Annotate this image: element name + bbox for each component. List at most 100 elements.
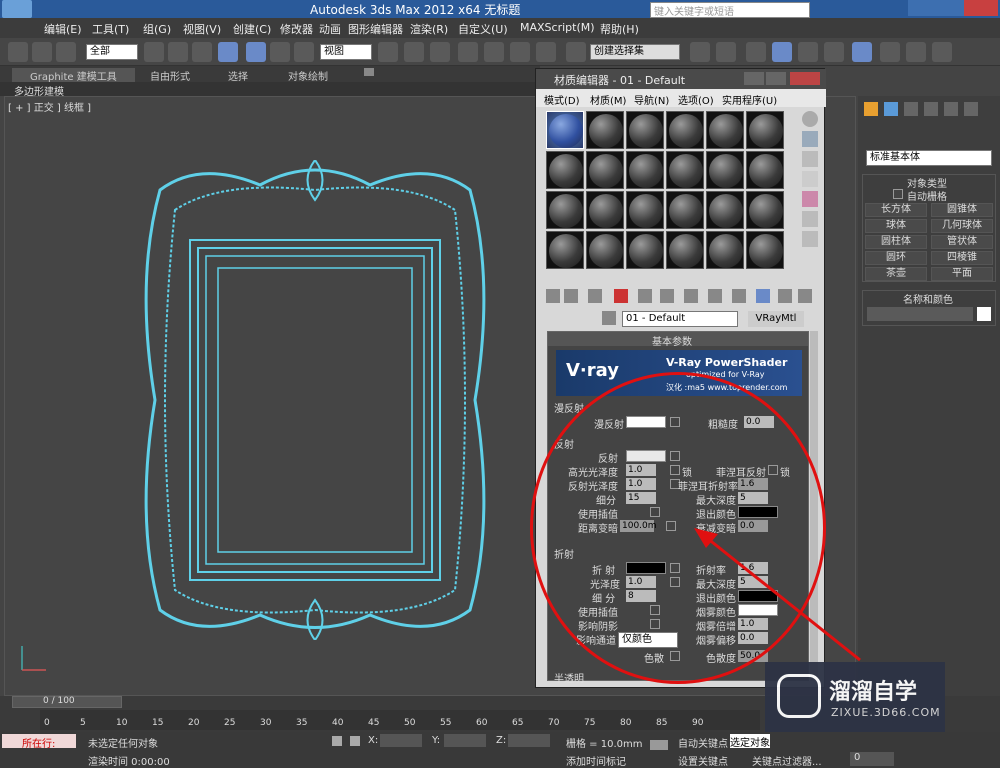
pivot-icon[interactable] bbox=[378, 42, 398, 62]
align-icon[interactable] bbox=[716, 42, 736, 62]
sample-slot[interactable] bbox=[586, 151, 624, 189]
spinner-snap-icon[interactable] bbox=[536, 42, 556, 62]
pick-material-icon[interactable] bbox=[602, 311, 616, 325]
video-color-icon[interactable] bbox=[802, 191, 818, 207]
menu-views[interactable]: 视图(V) bbox=[183, 21, 221, 37]
time-slider[interactable]: 0 / 100 bbox=[12, 696, 122, 708]
material-id-icon[interactable] bbox=[708, 289, 722, 303]
box-button[interactable]: 长方体 bbox=[865, 203, 927, 217]
sample-slot[interactable] bbox=[626, 191, 664, 229]
me-menu-utilities[interactable]: 实用程序(U) bbox=[722, 92, 777, 107]
object-name-input[interactable] bbox=[867, 307, 973, 321]
plane-button[interactable]: 平面 bbox=[931, 267, 993, 281]
y-coord-input[interactable] bbox=[444, 734, 486, 747]
show-map-icon[interactable] bbox=[732, 289, 746, 303]
rotate-icon[interactable] bbox=[270, 42, 290, 62]
menu-maxscript[interactable]: MAXScript(M) bbox=[520, 21, 595, 34]
options-icon[interactable] bbox=[802, 231, 818, 247]
sample-slot[interactable] bbox=[746, 191, 784, 229]
curve-editor-icon[interactable] bbox=[798, 42, 818, 62]
graphite-toggle-icon[interactable] bbox=[772, 42, 792, 62]
display-tab-icon[interactable] bbox=[944, 102, 958, 116]
maximize-button[interactable] bbox=[936, 0, 964, 16]
assign-to-selection-icon[interactable] bbox=[588, 289, 602, 303]
menu-help[interactable]: 帮助(H) bbox=[600, 21, 639, 37]
geosphere-button[interactable]: 几何球体 bbox=[931, 219, 993, 233]
material-editor-icon[interactable] bbox=[852, 42, 872, 62]
me-menu-options[interactable]: 选项(O) bbox=[678, 92, 714, 107]
mirror-icon[interactable] bbox=[690, 42, 710, 62]
sample-slot[interactable] bbox=[746, 231, 784, 269]
sample-slot[interactable] bbox=[586, 111, 624, 149]
render-production-icon[interactable] bbox=[932, 42, 952, 62]
lock-selection-icon[interactable] bbox=[332, 736, 342, 746]
current-frame-input[interactable]: 0 bbox=[850, 752, 894, 766]
key-icon[interactable] bbox=[650, 740, 668, 750]
material-type-button[interactable]: VRayMtl bbox=[748, 311, 804, 327]
make-copy-icon[interactable] bbox=[638, 289, 652, 303]
snaps-toggle-icon[interactable] bbox=[458, 42, 478, 62]
edit-named-selection-icon[interactable] bbox=[566, 42, 586, 62]
object-category-dropdown[interactable]: 标准基本体 bbox=[866, 150, 992, 166]
sample-slot[interactable] bbox=[626, 111, 664, 149]
object-color-swatch[interactable] bbox=[977, 307, 991, 321]
z-coord-input[interactable] bbox=[508, 734, 550, 747]
material-name-dropdown[interactable]: 01 - Default bbox=[622, 311, 738, 327]
sample-slot[interactable] bbox=[666, 231, 704, 269]
go-to-parent-icon[interactable] bbox=[778, 289, 792, 303]
search-input[interactable]: 键入关键字或短语 bbox=[650, 2, 810, 18]
menu-modifiers[interactable]: 修改器 bbox=[280, 21, 313, 37]
me-close-button[interactable] bbox=[790, 72, 820, 85]
tab-selection[interactable]: 选择 bbox=[228, 68, 248, 83]
app-logo-icon[interactable] bbox=[2, 0, 32, 18]
sample-slot[interactable] bbox=[706, 191, 744, 229]
schematic-view-icon[interactable] bbox=[824, 42, 844, 62]
me-menu-navigation[interactable]: 导航(N) bbox=[634, 92, 669, 107]
go-forward-sibling-icon[interactable] bbox=[798, 289, 812, 303]
angle-snap-icon[interactable] bbox=[484, 42, 504, 62]
sample-slot[interactable] bbox=[586, 191, 624, 229]
menu-rendering[interactable]: 渲染(R) bbox=[410, 21, 448, 37]
named-selection-dropdown[interactable]: 创建选择集 bbox=[590, 44, 680, 60]
pyramid-button[interactable]: 四棱锥 bbox=[931, 251, 993, 265]
sample-slot[interactable] bbox=[706, 231, 744, 269]
uv-tiling-icon[interactable] bbox=[802, 171, 818, 187]
me-menu-material[interactable]: 材质(M) bbox=[590, 92, 626, 107]
me-maximize-button[interactable] bbox=[766, 72, 786, 85]
add-time-tag[interactable]: 添加时间标记 bbox=[566, 753, 626, 768]
sample-slot[interactable] bbox=[666, 191, 704, 229]
absolute-mode-icon[interactable] bbox=[350, 736, 360, 746]
sample-slot[interactable] bbox=[746, 111, 784, 149]
background-icon[interactable] bbox=[802, 151, 818, 167]
utilities-tab-icon[interactable] bbox=[964, 102, 978, 116]
scale-icon[interactable] bbox=[294, 42, 314, 62]
viewport-label[interactable]: [ + ] 正交 ] 线框 ] bbox=[8, 99, 91, 114]
sample-type-icon[interactable] bbox=[802, 111, 818, 127]
auto-key-button[interactable]: 自动关键点 bbox=[678, 735, 728, 750]
track-bar[interactable] bbox=[40, 710, 760, 730]
select-object-icon[interactable] bbox=[144, 42, 164, 62]
show-end-result-icon[interactable] bbox=[756, 289, 770, 303]
menu-tools[interactable]: 工具(T) bbox=[92, 21, 129, 37]
make-unique-icon[interactable] bbox=[660, 289, 674, 303]
sample-slot[interactable] bbox=[746, 151, 784, 189]
tab-freeform[interactable]: 自由形式 bbox=[150, 68, 190, 83]
tab-graphite[interactable]: Graphite 建模工具 bbox=[12, 68, 135, 83]
autogrid-checkbox[interactable] bbox=[893, 189, 903, 199]
me-minimize-button[interactable] bbox=[744, 72, 764, 85]
mirror-frame-wireframe[interactable] bbox=[140, 160, 490, 640]
sample-slot[interactable] bbox=[626, 151, 664, 189]
rendered-frame-icon[interactable] bbox=[906, 42, 926, 62]
ribbon-options-icon[interactable] bbox=[364, 68, 374, 76]
sample-slot[interactable] bbox=[546, 151, 584, 189]
rect-selection-icon[interactable] bbox=[192, 42, 212, 62]
hierarchy-tab-icon[interactable] bbox=[904, 102, 918, 116]
sample-slot[interactable] bbox=[626, 231, 664, 269]
cylinder-button[interactable]: 圆柱体 bbox=[865, 235, 927, 249]
create-tab-icon[interactable] bbox=[864, 102, 878, 116]
unlink-icon[interactable] bbox=[32, 42, 52, 62]
me-menu-mode[interactable]: 模式(D) bbox=[544, 92, 580, 107]
set-key-button[interactable]: 设置关键点 bbox=[678, 753, 728, 768]
sample-slot[interactable] bbox=[666, 151, 704, 189]
sample-slot[interactable] bbox=[546, 191, 584, 229]
